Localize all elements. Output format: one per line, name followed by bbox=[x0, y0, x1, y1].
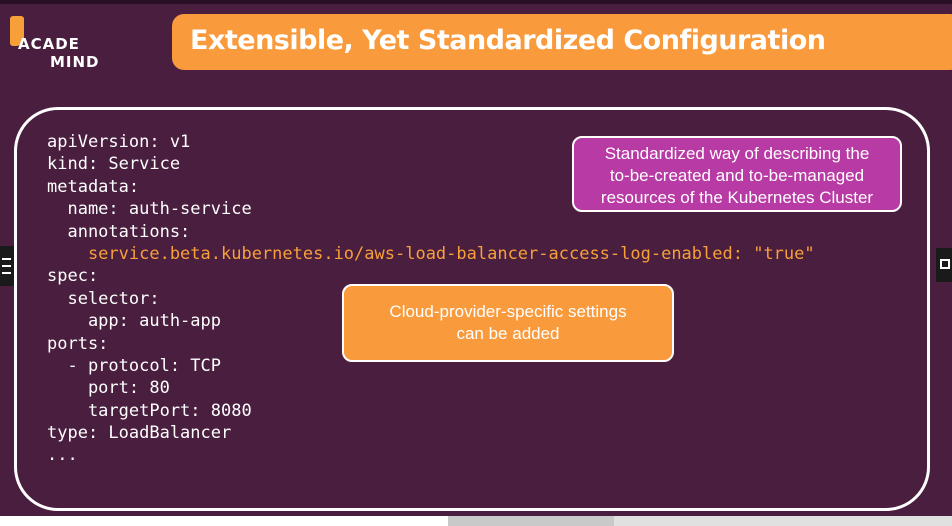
top-strip bbox=[0, 0, 952, 4]
menu-icon[interactable] bbox=[0, 246, 14, 286]
title-banner: Extensible, Yet Standardized Configurati… bbox=[172, 14, 952, 70]
code-line: ... bbox=[47, 445, 78, 466]
standardized-callout: Standardized way of describing the to-be… bbox=[572, 136, 902, 212]
cloud-settings-callout: Cloud-provider-specific settings can be … bbox=[342, 284, 674, 362]
fullscreen-icon[interactable] bbox=[936, 248, 952, 282]
cloud-callout-line: can be added bbox=[456, 324, 560, 343]
logo-text-line2: MIND bbox=[50, 53, 100, 71]
code-line-annotation: service.beta.kubernetes.io/aws-load-bala… bbox=[47, 243, 815, 264]
bottom-progress-strip bbox=[0, 516, 952, 526]
logo-text-line1: ACADE bbox=[18, 35, 80, 53]
standardized-callout-line: resources of the Kubernetes Cluster bbox=[600, 188, 874, 207]
code-line: port: 80 bbox=[47, 378, 170, 399]
cloud-callout-line: Cloud-provider-specific settings bbox=[389, 302, 627, 321]
code-line: targetPort: 8080 bbox=[47, 400, 252, 421]
code-line: type: LoadBalancer bbox=[47, 423, 232, 444]
standardized-callout-line: to-be-created and to-be-managed bbox=[609, 166, 865, 185]
slide-title: Extensible, Yet Standardized Configurati… bbox=[190, 25, 826, 56]
code-line: annotations: bbox=[47, 221, 191, 242]
standardized-callout-line: Standardized way of describing the bbox=[604, 144, 870, 163]
academind-logo: ACADE MIND bbox=[8, 12, 108, 74]
